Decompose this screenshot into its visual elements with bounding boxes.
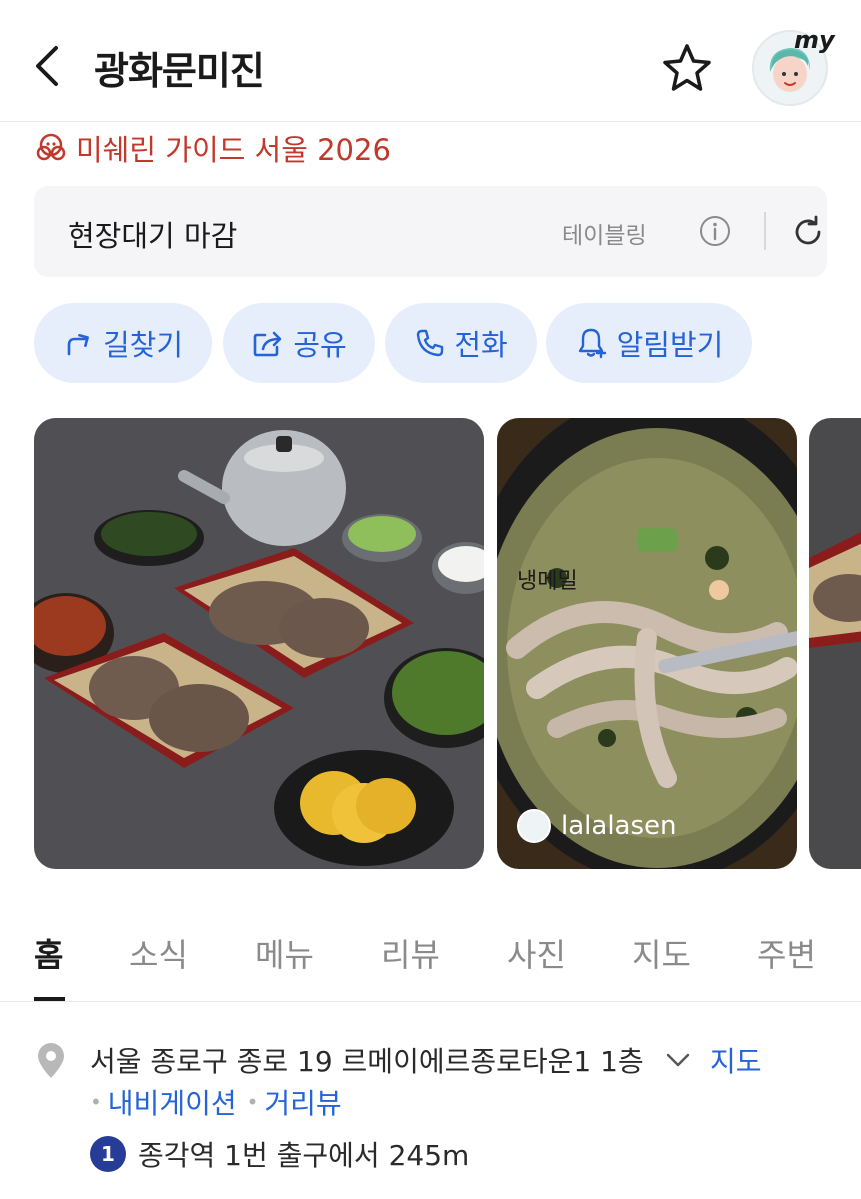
photo-author[interactable]: lalalasen (517, 808, 677, 844)
tab-nearby[interactable]: 주변 (757, 930, 816, 976)
bell-plus-icon (578, 328, 606, 359)
subway-distance-text: 종각역 1번 출구에서 245m (138, 1139, 470, 1172)
michelin-label: 미쉐린 가이드 서울 2026 (76, 133, 391, 167)
page-title: 광화문미진 (94, 49, 265, 93)
directions-button[interactable]: 길찾기 (34, 303, 212, 383)
subway-line-badge: 1 (90, 1136, 126, 1172)
waiting-status-panel: 현장대기 마감 테이블링 (34, 186, 827, 277)
favorite-button[interactable] (655, 36, 719, 100)
divider (764, 212, 766, 250)
share-icon (254, 331, 282, 357)
active-tab-indicator (34, 997, 65, 1001)
share-label: 공유 (293, 328, 347, 362)
share-button[interactable]: 공유 (223, 303, 375, 383)
separator-dot: • (246, 1090, 259, 1114)
star-icon (663, 44, 711, 91)
tab-reviews[interactable]: 리뷰 (381, 930, 440, 976)
photo-cold-buckwheat[interactable]: 냉메밀 lalalasen (497, 418, 797, 869)
top-bar: 광화문미진 my (0, 0, 861, 122)
call-button[interactable]: 전화 (385, 303, 537, 383)
waiting-status-text: 현장대기 마감 (68, 219, 238, 253)
photo-soba-set[interactable] (34, 418, 484, 869)
my-profile-button[interactable]: my (752, 26, 835, 106)
tab-news[interactable]: 소식 (129, 930, 188, 976)
my-badge: my (794, 26, 835, 54)
photo-next[interactable] (809, 418, 861, 869)
notify-label: 알림받기 (616, 328, 724, 362)
call-label: 전화 (454, 328, 508, 362)
tab-menu[interactable]: 메뉴 (255, 930, 314, 976)
tab-map[interactable]: 지도 (632, 930, 691, 976)
back-button[interactable] (22, 36, 72, 96)
location-pin-icon (38, 1043, 64, 1078)
address-links: • 내비게이션 • 거리뷰 (86, 1082, 342, 1122)
tab-bar: 홈 소식 메뉴 리뷰 사진 지도 주변 (0, 904, 861, 1002)
separator-dot: • (90, 1090, 102, 1114)
address-text: 서울 종로구 종로 19 르메이에르종로타운1 1층 (90, 1045, 644, 1078)
subway-info: 1 종각역 1번 출구에서 245m (90, 1134, 469, 1174)
author-avatar (517, 809, 551, 843)
info-icon[interactable] (698, 214, 732, 248)
photo-carousel[interactable]: 냉메밀 lalalasen (34, 418, 861, 869)
refresh-icon[interactable] (789, 213, 827, 251)
chevron-left-icon (36, 46, 58, 86)
tab-home[interactable]: 홈 (34, 930, 63, 976)
provider-label[interactable]: 테이블링 (562, 216, 647, 250)
map-link[interactable]: 지도 (710, 1040, 762, 1080)
michelin-icon (34, 131, 68, 165)
streetview-link[interactable]: 거리뷰 (264, 1082, 341, 1122)
tab-photos[interactable]: 사진 (507, 930, 566, 976)
michelin-guide-badge[interactable]: 미쉐린 가이드 서울 2026 (34, 128, 391, 168)
address-row: 서울 종로구 종로 19 르메이에르종로타운1 1층 지도 (34, 1038, 834, 1082)
phone-icon (417, 329, 444, 357)
chevron-down-icon[interactable] (664, 1046, 692, 1074)
photo-caption: 냉메밀 (517, 569, 578, 594)
directions-label: 길찾기 (102, 328, 184, 362)
notify-button[interactable]: 알림받기 (546, 303, 752, 383)
author-name: lalalasen (561, 811, 677, 841)
navigation-link[interactable]: 내비게이션 (108, 1082, 237, 1122)
directions-icon (67, 334, 89, 356)
